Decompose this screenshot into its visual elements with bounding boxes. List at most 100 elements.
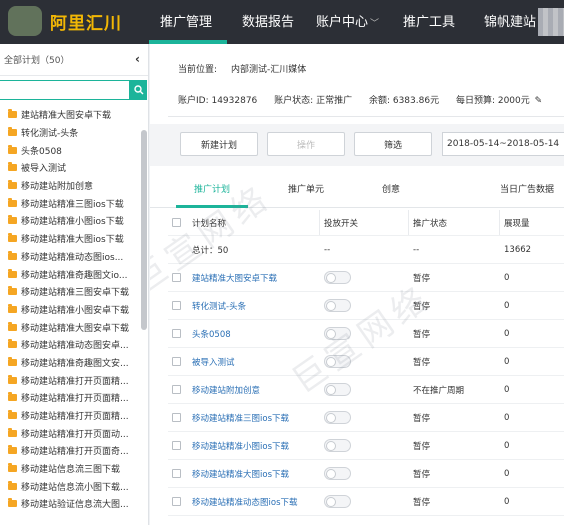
sidebar-plan-item[interactable]: 移动建站精准大图ios下载 bbox=[0, 230, 148, 248]
sidebar-plan-item[interactable]: 移动建站精准小图安卓下载 bbox=[0, 301, 148, 319]
select-all-checkbox[interactable] bbox=[172, 218, 181, 227]
sidebar-plan-item[interactable]: 移动建站精准动态图安卓... bbox=[0, 336, 148, 354]
plan-name-link[interactable]: 头条0508 bbox=[192, 320, 316, 347]
column-header-plan-name[interactable]: 计划名称 bbox=[192, 210, 316, 235]
collapse-sidebar-icon[interactable]: ‹ bbox=[135, 52, 140, 66]
plan-name-link[interactable]: 移动建站精准动态图ios下载 bbox=[192, 488, 316, 515]
sidebar-plan-item[interactable]: 移动建站附加创意 bbox=[0, 177, 148, 195]
sidebar-plan-item[interactable]: 转化测试-头条 bbox=[0, 124, 148, 142]
sidebar-plan-item[interactable]: 移动建站信息流小图下载... bbox=[0, 477, 148, 495]
account-id: 账户ID: 14932876 bbox=[178, 96, 258, 106]
row-checkbox[interactable] bbox=[172, 329, 181, 338]
delivery-toggle[interactable] bbox=[324, 439, 351, 452]
sidebar-plan-item[interactable]: 头条0508 bbox=[0, 141, 148, 159]
row-checkbox[interactable] bbox=[172, 301, 181, 310]
row-checkbox[interactable] bbox=[172, 273, 181, 282]
filter-button[interactable]: 筛选 bbox=[354, 132, 432, 156]
sidebar-plan-item[interactable]: 移动建站精准动态图ios... bbox=[0, 248, 148, 266]
delivery-toggle[interactable] bbox=[324, 383, 351, 396]
total-impressions: 13662 bbox=[504, 244, 532, 255]
sidebar-title: 全部计划（50） bbox=[4, 56, 70, 66]
plan-sidebar: 全部计划（50） ‹ 建站精准大图安卓下载 转化测试-头条 头条0508 被导入测试移… bbox=[0, 44, 149, 525]
row-checkbox[interactable] bbox=[172, 441, 181, 450]
row-select-cell bbox=[172, 264, 184, 291]
sidebar-plan-item[interactable]: 移动建站精准小图ios下载 bbox=[0, 212, 148, 230]
date-range-picker[interactable]: 2018-05-14~2018-05-14 bbox=[442, 132, 564, 156]
nav-item-site-builder[interactable]: 锦帆建站 bbox=[484, 11, 536, 30]
delivery-toggle[interactable] bbox=[324, 411, 351, 424]
sidebar-plan-item[interactable]: 移动建站精准三图ios下载 bbox=[0, 194, 148, 212]
sidebar-plan-item[interactable]: 移动建站精准打开页面动... bbox=[0, 424, 148, 442]
row-select-cell bbox=[172, 320, 184, 347]
sidebar-plan-item[interactable]: 移动建站精准奇趣图文安... bbox=[0, 354, 148, 372]
row-checkbox[interactable] bbox=[172, 357, 181, 366]
plan-name-link[interactable]: 移动建站精准大图ios下载 bbox=[192, 460, 316, 487]
row-checkbox[interactable] bbox=[172, 497, 181, 506]
plan-search-input[interactable] bbox=[0, 80, 130, 100]
breadcrumb-label: 当前位置: bbox=[178, 65, 218, 75]
table-row: 被导入测试 暂停 0 bbox=[168, 348, 564, 376]
sidebar-plan-item[interactable]: 移动建站精准大图安卓下载 bbox=[0, 318, 148, 336]
sidebar-plan-item[interactable]: 移动建站精准奇趣图文io... bbox=[0, 265, 148, 283]
folder-icon bbox=[8, 480, 17, 490]
tab-daily-ad-data[interactable]: 当日广告数据 bbox=[500, 182, 554, 195]
delivery-toggle[interactable] bbox=[324, 355, 351, 368]
sidebar-plan-label: 移动建站精准三图安卓下载 bbox=[21, 288, 130, 299]
avatar[interactable] bbox=[538, 8, 564, 36]
sidebar-plan-item[interactable]: 移动建站验证信息流大图... bbox=[0, 495, 148, 513]
tab-promotion-unit[interactable]: 推广单元 bbox=[288, 182, 324, 195]
folder-icon bbox=[8, 410, 17, 420]
search-button[interactable] bbox=[130, 80, 147, 100]
folder-icon bbox=[8, 303, 17, 313]
sidebar-plan-item[interactable]: 移动建站信息流三图下载 bbox=[0, 460, 148, 478]
delivery-toggle[interactable] bbox=[324, 327, 351, 340]
row-checkbox[interactable] bbox=[172, 469, 181, 478]
row-select-cell bbox=[172, 404, 184, 431]
row-select-cell bbox=[172, 292, 184, 319]
column-header-delivery-switch[interactable]: 投放开关 bbox=[324, 210, 404, 235]
nav-item-promotion-tools[interactable]: 推广工具 bbox=[403, 11, 455, 30]
row-checkbox[interactable] bbox=[172, 385, 181, 394]
delivery-toggle[interactable] bbox=[324, 299, 351, 312]
plan-name-link[interactable]: 被导入测试 bbox=[192, 348, 316, 375]
plan-name-link[interactable]: 移动建站精准三图ios下载 bbox=[192, 404, 316, 431]
logo-text: 阿里汇川 bbox=[50, 14, 122, 34]
plan-table: 计划名称 投放开关 推广状态 展现量 总计：50 -- -- 13662 建站精… bbox=[168, 210, 564, 516]
table-body: 建站精准大图安卓下载 暂停 0 转化测试-头条 暂停 0 头条0508 暂停 0 被导入测试 暂停 0… bbox=[168, 264, 564, 516]
folder-icon bbox=[8, 268, 17, 278]
nav-item-account-center[interactable]: 账户中心 ﹀ bbox=[316, 11, 379, 30]
plan-name-link[interactable]: 移动建站附加创意 bbox=[192, 376, 316, 403]
plan-name-link[interactable]: 建站精准大图安卓下载 bbox=[192, 264, 316, 291]
sidebar-plan-item[interactable]: 移动建站精准打开页面精... bbox=[0, 407, 148, 425]
delivery-toggle[interactable] bbox=[324, 271, 351, 284]
sidebar-plan-item[interactable]: 建站精准大图安卓下载 bbox=[0, 106, 148, 124]
delivery-toggle[interactable] bbox=[324, 495, 351, 508]
new-plan-button[interactable]: 新建计划 bbox=[180, 132, 258, 156]
column-header-promotion-status[interactable]: 推广状态 bbox=[413, 210, 497, 235]
folder-icon bbox=[8, 180, 17, 190]
delivery-toggle[interactable] bbox=[324, 467, 351, 480]
plan-name-link[interactable]: 转化测试-头条 bbox=[192, 292, 316, 319]
plan-name-link[interactable]: 移动建站精准小图ios下载 bbox=[192, 432, 316, 459]
action-button[interactable]: 操作 bbox=[267, 132, 345, 156]
row-checkbox[interactable] bbox=[172, 413, 181, 422]
sidebar-plan-item[interactable]: 移动建站精准打开页面奇... bbox=[0, 442, 148, 460]
switch-cell bbox=[324, 404, 404, 431]
promotion-status: 暂停 bbox=[413, 413, 431, 424]
sidebar-plan-label: 移动建站附加创意 bbox=[21, 182, 94, 193]
sidebar-plan-item[interactable]: 移动建站精准打开页面精... bbox=[0, 389, 148, 407]
nav-item-promotion-management[interactable]: 推广管理 bbox=[160, 11, 212, 30]
tab-creative[interactable]: 创意 bbox=[382, 182, 400, 195]
sidebar-plan-item[interactable]: 被导入测试 bbox=[0, 159, 148, 177]
nav-item-data-report[interactable]: 数据报告 bbox=[242, 11, 294, 30]
column-header-impressions[interactable]: 展现量 bbox=[504, 210, 564, 235]
sidebar-plan-item[interactable]: 移动建站精准三图安卓下载 bbox=[0, 283, 148, 301]
impressions-value: 0 bbox=[504, 356, 510, 367]
sidebar-plan-item[interactable]: 移动建站精准打开页面精... bbox=[0, 371, 148, 389]
tab-promotion-plan[interactable]: 推广计划 bbox=[194, 182, 230, 195]
sidebar-scrollbar[interactable] bbox=[141, 130, 147, 330]
switch-cell bbox=[324, 264, 404, 291]
impressions-value: 0 bbox=[504, 384, 510, 395]
switch-cell bbox=[324, 432, 404, 459]
edit-budget-icon[interactable]: ✎ bbox=[535, 96, 543, 106]
